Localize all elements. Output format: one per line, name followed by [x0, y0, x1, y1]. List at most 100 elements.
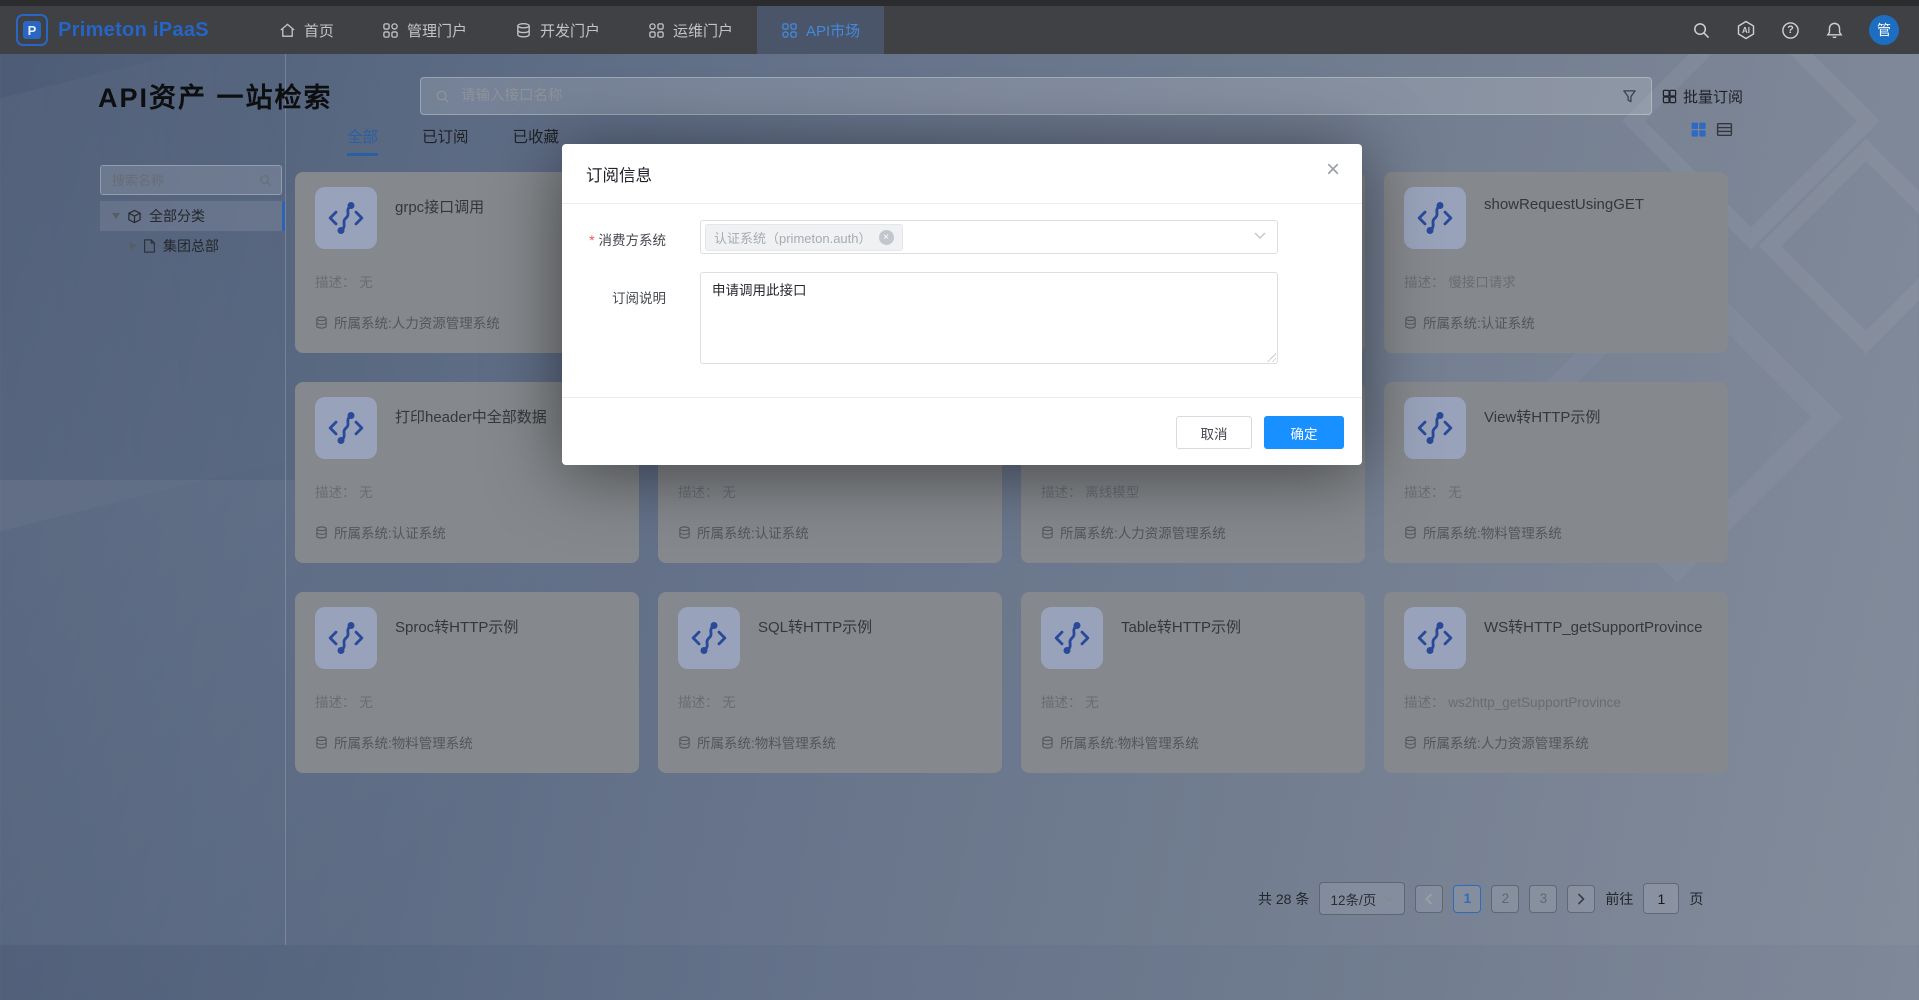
category-search-input[interactable]	[110, 172, 253, 189]
database-icon	[1404, 736, 1417, 749]
tab-favorites[interactable]: 已收藏	[513, 125, 560, 156]
api-card-title: grpc接口调用	[395, 196, 484, 217]
category-search-box	[100, 165, 282, 195]
tab-subscribed[interactable]: 已订阅	[422, 125, 469, 156]
modal-footer: 取消 确定	[562, 397, 1362, 465]
filter-icon[interactable]	[1622, 89, 1637, 104]
api-card[interactable]: View转HTTP示例 描述： 无 所属系统:物料管理系统	[1384, 382, 1728, 563]
batch-subscribe-icon	[1662, 89, 1677, 104]
close-icon[interactable]: ×	[1326, 158, 1340, 182]
api-card[interactable]: SQL转HTTP示例 描述： 无 所属系统:物料管理系统	[658, 592, 1002, 773]
pagination-total: 共 28 条	[1258, 889, 1309, 909]
database-icon	[315, 316, 328, 329]
selected-system-tag-label: 认证系统（primeton.auth）	[714, 228, 872, 247]
ai-assistant-icon[interactable]: AI	[1736, 20, 1756, 40]
nav-item-api-market[interactable]: API市场	[757, 6, 884, 54]
api-card-system: 所属系统:人力资源管理系统	[334, 312, 500, 332]
tree-item-group-hq[interactable]: 集团总部	[100, 231, 285, 261]
user-avatar[interactable]: 管	[1869, 15, 1899, 45]
search-icon	[259, 174, 272, 187]
api-glyph-icon	[678, 607, 740, 669]
api-card-system: 所属系统:人力资源管理系统	[1060, 522, 1226, 542]
search-icon[interactable]	[1692, 21, 1711, 40]
cube-icon	[127, 209, 142, 224]
database-icon	[315, 526, 328, 539]
tree-item-label: 集团总部	[163, 236, 219, 256]
tab-all[interactable]: 全部	[347, 125, 378, 156]
grid-view-icon[interactable]	[1690, 121, 1707, 138]
api-card-system: 所属系统:认证系统	[334, 522, 446, 542]
help-glyph: ?	[1787, 24, 1794, 36]
apps-icon	[382, 22, 399, 39]
page-number-3[interactable]: 3	[1529, 885, 1557, 913]
tag-remove-icon[interactable]: ×	[879, 230, 894, 245]
help-icon[interactable]: ?	[1781, 21, 1800, 40]
subscription-note-textarea[interactable]: 申请调用此接口	[700, 272, 1278, 364]
prev-page-button[interactable]	[1415, 885, 1443, 913]
cancel-button[interactable]: 取消	[1176, 416, 1252, 449]
database-icon	[1404, 526, 1417, 539]
api-card[interactable]: WS转HTTP_getSupportProvince 描述： ws2http_g…	[1384, 592, 1728, 773]
api-glyph-icon	[315, 607, 377, 669]
api-card-title: SQL转HTTP示例	[758, 616, 872, 637]
page-number-1[interactable]: 1	[1453, 885, 1481, 913]
api-card[interactable]: showRequestUsingGET 描述： 慢接口请求 所属系统:认证系统	[1384, 172, 1728, 353]
api-card-title: Table转HTTP示例	[1121, 616, 1241, 637]
top-navbar: P Primeton iPaaS 首页 管理门户 开发门户 运维门户 API市场…	[0, 0, 1919, 54]
batch-subscribe-button[interactable]: 批量订阅	[1662, 86, 1743, 107]
api-card-desc: 描述： 无	[1041, 691, 1099, 711]
database-icon	[1041, 736, 1054, 749]
brand-logo[interactable]: P Primeton iPaaS	[16, 14, 209, 46]
api-card-system: 所属系统:物料管理系统	[697, 732, 836, 752]
api-glyph-icon	[1404, 607, 1466, 669]
api-card-desc: 描述： ws2http_getSupportProvince	[1404, 691, 1621, 711]
bg-cube-decor	[1759, 139, 1919, 354]
api-card-title: showRequestUsingGET	[1484, 196, 1644, 213]
api-card-desc: 描述： 无	[315, 691, 373, 711]
page-title: API资产 一站检索	[98, 76, 333, 115]
page-size-value: 12条/页	[1330, 889, 1376, 909]
sidebar-divider	[285, 54, 286, 945]
database-icon	[678, 526, 691, 539]
confirm-button[interactable]: 确定	[1264, 416, 1344, 449]
api-card-title: Sproc转HTTP示例	[395, 616, 518, 637]
api-card-title: View转HTTP示例	[1484, 406, 1600, 427]
consumer-system-select[interactable]: 认证系统（primeton.auth） ×	[700, 220, 1278, 254]
nav-item-dev-portal[interactable]: 开发门户	[491, 6, 624, 54]
api-search-input[interactable]	[459, 87, 1613, 105]
nav-item-ops-portal[interactable]: 运维门户	[624, 6, 757, 54]
api-card-system: 所属系统:物料管理系统	[334, 732, 473, 752]
database-icon	[678, 736, 691, 749]
nav-item-home[interactable]: 首页	[255, 6, 358, 54]
bell-icon[interactable]	[1825, 21, 1844, 40]
api-card[interactable]: Table转HTTP示例 描述： 无 所属系统:物料管理系统	[1021, 592, 1365, 773]
next-page-button[interactable]	[1567, 885, 1595, 913]
api-card-system: 所属系统:认证系统	[697, 522, 809, 542]
page-size-select[interactable]: 12条/页	[1319, 882, 1405, 915]
modal-title: 订阅信息	[586, 162, 652, 186]
api-card-desc: 描述： 无	[1404, 481, 1462, 501]
nav-item-admin-portal[interactable]: 管理门户	[358, 6, 491, 54]
database-icon	[315, 736, 328, 749]
api-card-desc: 描述： 无	[315, 271, 373, 291]
goto-page-input[interactable]	[1643, 883, 1679, 914]
api-card-desc: 描述： 无	[315, 481, 373, 501]
api-glyph-icon	[1404, 397, 1466, 459]
api-card-system: 所属系统:物料管理系统	[1060, 732, 1199, 752]
api-card[interactable]: Sproc转HTTP示例 描述： 无 所属系统:物料管理系统	[295, 592, 639, 773]
api-card-desc: 描述： 慢接口请求	[1404, 271, 1516, 291]
search-icon	[435, 89, 450, 104]
api-card-system: 所属系统:人力资源管理系统	[1423, 732, 1589, 752]
nav-item-label: 运维门户	[673, 20, 733, 41]
brand-name: Primeton iPaaS	[58, 19, 209, 42]
tree-item-all-categories[interactable]: 全部分类	[100, 201, 285, 231]
page-number-2[interactable]: 2	[1491, 885, 1519, 913]
database-icon	[1404, 316, 1417, 329]
goto-unit: 页	[1689, 889, 1703, 909]
document-icon	[143, 239, 156, 253]
chevron-down-icon	[1254, 232, 1266, 239]
list-view-icon[interactable]	[1716, 121, 1733, 138]
api-glyph-icon	[315, 397, 377, 459]
nav-item-label: 首页	[304, 20, 334, 41]
ai-badge-text: AI	[1742, 26, 1750, 35]
